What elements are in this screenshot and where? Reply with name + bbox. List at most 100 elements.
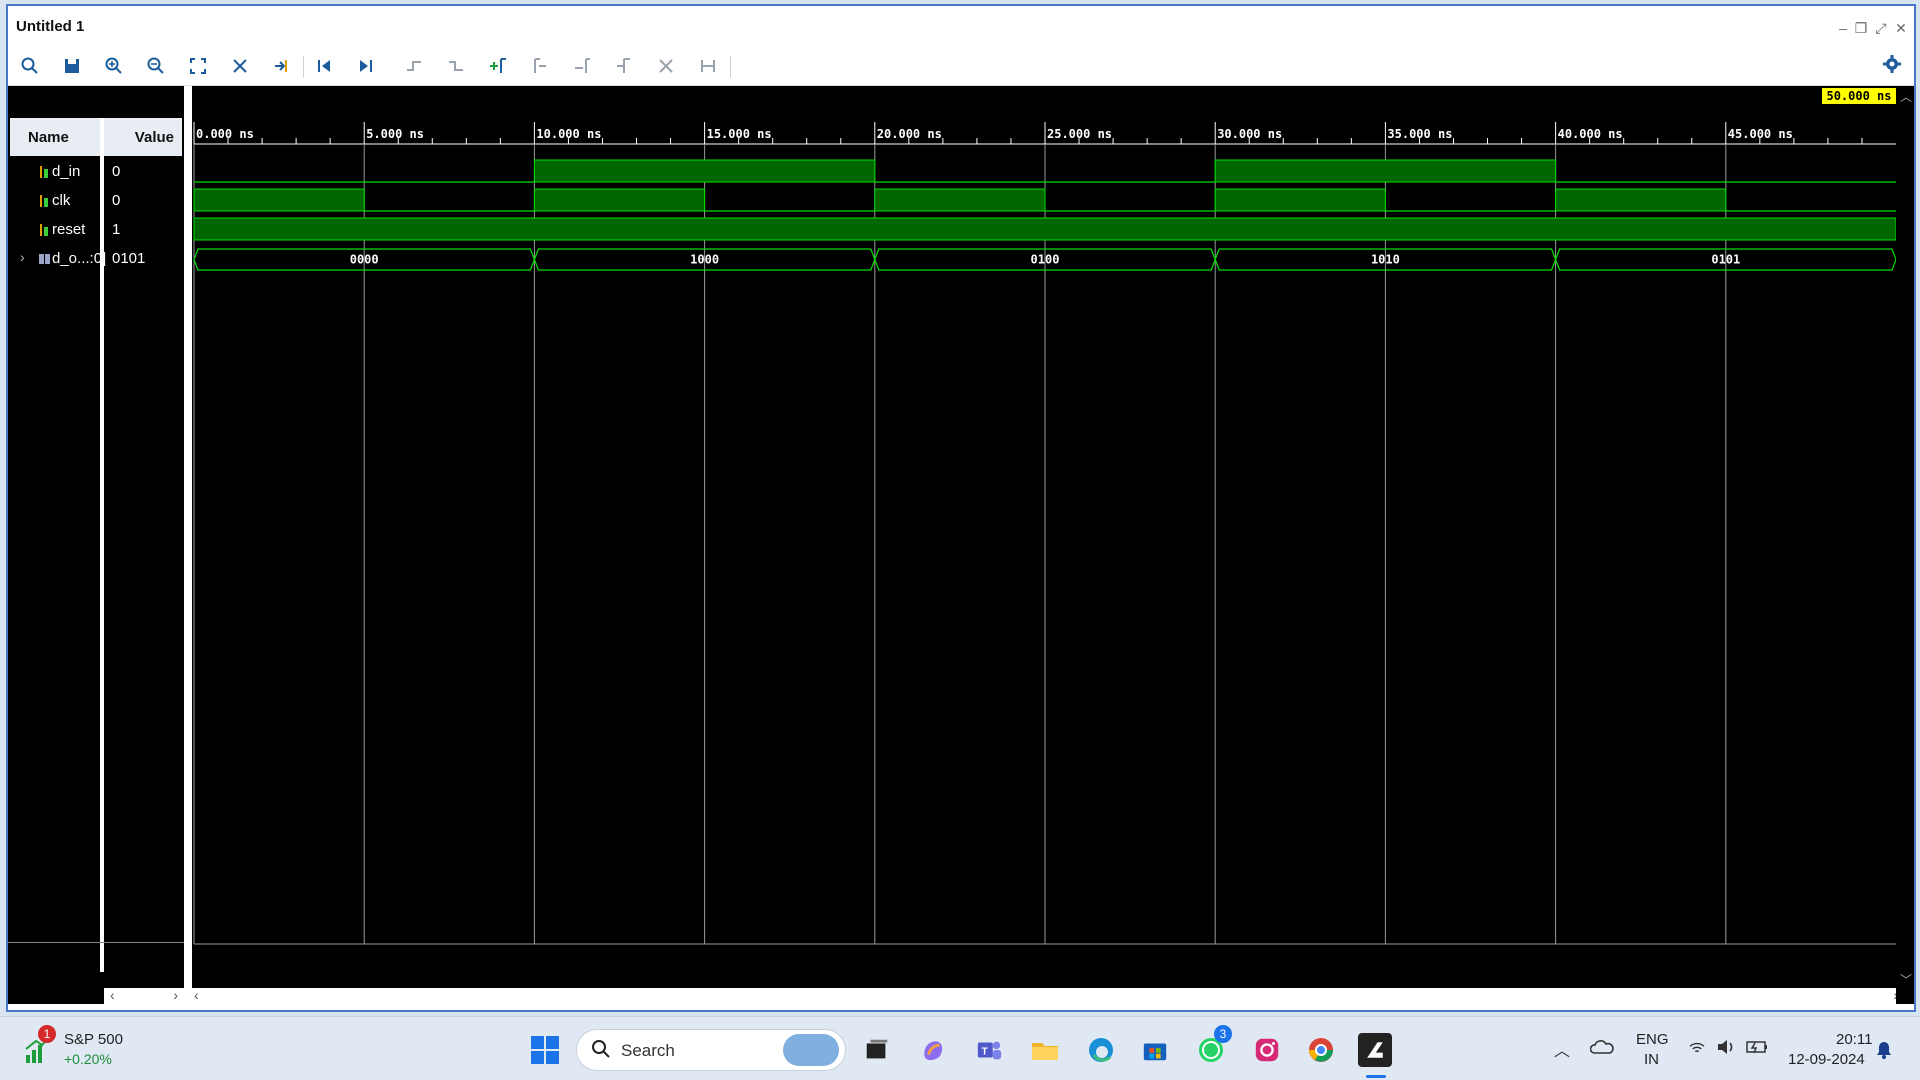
signal-name: d_o...:0] [52, 250, 107, 267]
instagram-icon[interactable] [1250, 1033, 1284, 1067]
go-to-start-icon[interactable] [308, 50, 340, 82]
scroll-left-icon[interactable]: ‹ [110, 987, 115, 1003]
signal-value: 1 [112, 221, 121, 238]
minimize-icon[interactable]: – [1834, 20, 1852, 36]
value-column-header[interactable]: Value [104, 118, 182, 156]
volume-icon[interactable] [1716, 1039, 1736, 1060]
edge-browser-icon[interactable] [1084, 1033, 1118, 1067]
signal-name: reset [52, 221, 86, 238]
toolbar-separator [303, 56, 304, 78]
notification-badge: 1 [38, 1025, 56, 1043]
scroll-up-icon[interactable]: ︿ [1900, 88, 1912, 105]
signal-row-d-out[interactable]: › d_o...:0] 0101 [8, 245, 184, 273]
go-to-end-icon[interactable] [350, 50, 382, 82]
wifi-icon[interactable] [1688, 1041, 1706, 1060]
cursor-icon[interactable] [224, 50, 256, 82]
signal-value: 0 [112, 192, 121, 209]
clk-wave-high [1214, 188, 1386, 212]
task-view-icon[interactable] [860, 1033, 894, 1067]
swap-icon[interactable] [266, 50, 298, 82]
title-bar: Untitled 1 – ❐ ⤢ ✕ [8, 6, 1914, 44]
time-cursor-label: 50.000 ns [1822, 88, 1896, 104]
microsoft-store-icon[interactable] [1138, 1033, 1172, 1067]
pane-divider [8, 942, 184, 943]
taskbar-search-box[interactable]: Search [576, 1029, 846, 1071]
d-in-wave-high [1214, 159, 1557, 183]
active-app-indicator [1366, 1075, 1386, 1078]
bus-value-label: 0100 [1031, 253, 1060, 267]
close-icon[interactable]: ✕ [1892, 20, 1910, 37]
waveform-canvas[interactable]: 50.000 ns0.000 ns 5.000 ns 10.000 ns 15.000… [184, 86, 1900, 988]
chrome-icon[interactable] [1304, 1033, 1338, 1067]
scroll-right-icon[interactable]: › [173, 987, 178, 1003]
language-indicator[interactable]: ENG [1636, 1031, 1669, 1048]
taskbar: 1 S&P 500 +0.20% Search T 3 ︿ ENG IN 20:… [0, 1016, 1920, 1080]
bus-value-label: 0000 [350, 253, 379, 267]
bit-signal-icon [38, 222, 50, 238]
zoom-out-icon[interactable] [140, 50, 172, 82]
chevron-right-icon[interactable]: › [20, 249, 25, 265]
clk-wave-high [874, 188, 1046, 212]
search-icon[interactable] [14, 50, 46, 82]
bus-value-label: 0101 [1711, 253, 1740, 267]
gear-icon[interactable] [1882, 54, 1904, 76]
value-scrollbar[interactable]: ‹ › [104, 987, 184, 1004]
waveform-pane[interactable]: 50.000 ns 0.000 ns 5.000 ns 10.000 ns 15.000… [184, 86, 1900, 1004]
scroll-left-icon[interactable]: ‹ [194, 987, 199, 1003]
snap-icon[interactable] [692, 50, 724, 82]
bit-signal-icon [38, 193, 50, 209]
stock-chart-icon[interactable]: 1 [24, 1025, 56, 1065]
svg-text:50.000 ns: 50.000 ns [1826, 89, 1891, 103]
svg-text:T: T [982, 1047, 989, 1058]
signal-row-reset[interactable]: reset 1 [8, 216, 184, 244]
save-icon[interactable] [56, 50, 88, 82]
scroll-down-icon[interactable]: ﹀ [1900, 971, 1912, 988]
signal-name: d_in [52, 163, 81, 180]
whatsapp-icon[interactable]: 3 [1194, 1025, 1232, 1067]
signal-row-clk[interactable]: clk 0 [8, 187, 184, 215]
toolbar-separator [730, 56, 731, 78]
stock-name: S&P 500 [64, 1031, 123, 1048]
next-marker-icon[interactable] [566, 50, 598, 82]
add-marker-icon[interactable] [482, 50, 514, 82]
copilot-icon[interactable] [916, 1033, 950, 1067]
name-column-header[interactable]: Name [10, 118, 100, 156]
windows-start-icon[interactable] [528, 1033, 562, 1067]
clock-date[interactable]: 12-09-2024 [1788, 1051, 1865, 1068]
clk-wave-high [533, 188, 706, 212]
signal-name: clk [52, 192, 71, 209]
restore-icon[interactable]: ❐ [1852, 20, 1870, 37]
onedrive-cloud-icon[interactable] [1589, 1039, 1614, 1060]
signal-row-d-in[interactable]: d_in 0 [8, 158, 184, 186]
teams-icon[interactable]: T [972, 1033, 1006, 1067]
toolbar [8, 46, 1914, 86]
clk-wave-high [1555, 188, 1727, 212]
zoom-in-icon[interactable] [98, 50, 130, 82]
vivado-app-icon[interactable] [1358, 1033, 1392, 1067]
swap-cursor-icon[interactable] [608, 50, 640, 82]
signal-value: 0 [112, 163, 121, 180]
bus-value-label: 1000 [690, 253, 719, 267]
battery-icon[interactable] [1746, 1039, 1768, 1060]
zoom-fit-icon[interactable] [182, 50, 214, 82]
reset-wave-high [193, 217, 1897, 241]
prev-marker-icon[interactable] [524, 50, 556, 82]
prev-transition-icon[interactable] [398, 50, 430, 82]
notification-badge: 3 [1214, 1025, 1232, 1043]
signal-value: 0101 [112, 250, 146, 267]
pane-splitter[interactable] [184, 86, 192, 1004]
chevron-up-icon[interactable]: ︿ [1554, 1037, 1570, 1061]
clock-time[interactable]: 20:11 [1836, 1031, 1872, 1048]
maximize-icon[interactable]: ⤢ [1872, 20, 1890, 37]
bus-signal-icon [38, 251, 52, 267]
vertical-scrollbar[interactable]: ︿ ﹀ [1896, 86, 1914, 1004]
horizontal-scrollbar[interactable]: ‹ › [192, 987, 1900, 1004]
next-transition-icon[interactable] [440, 50, 472, 82]
notifications-bell-icon[interactable] [1876, 1041, 1892, 1064]
delete-marker-icon[interactable] [650, 50, 682, 82]
bit-signal-icon [38, 164, 50, 180]
file-explorer-icon[interactable] [1028, 1033, 1062, 1067]
waveform-window: Untitled 1 – ❐ ⤢ ✕ Name Value d_in 0 clk… [6, 4, 1916, 1012]
region-indicator: IN [1644, 1051, 1659, 1068]
bus-value-label: 1010 [1371, 253, 1400, 267]
